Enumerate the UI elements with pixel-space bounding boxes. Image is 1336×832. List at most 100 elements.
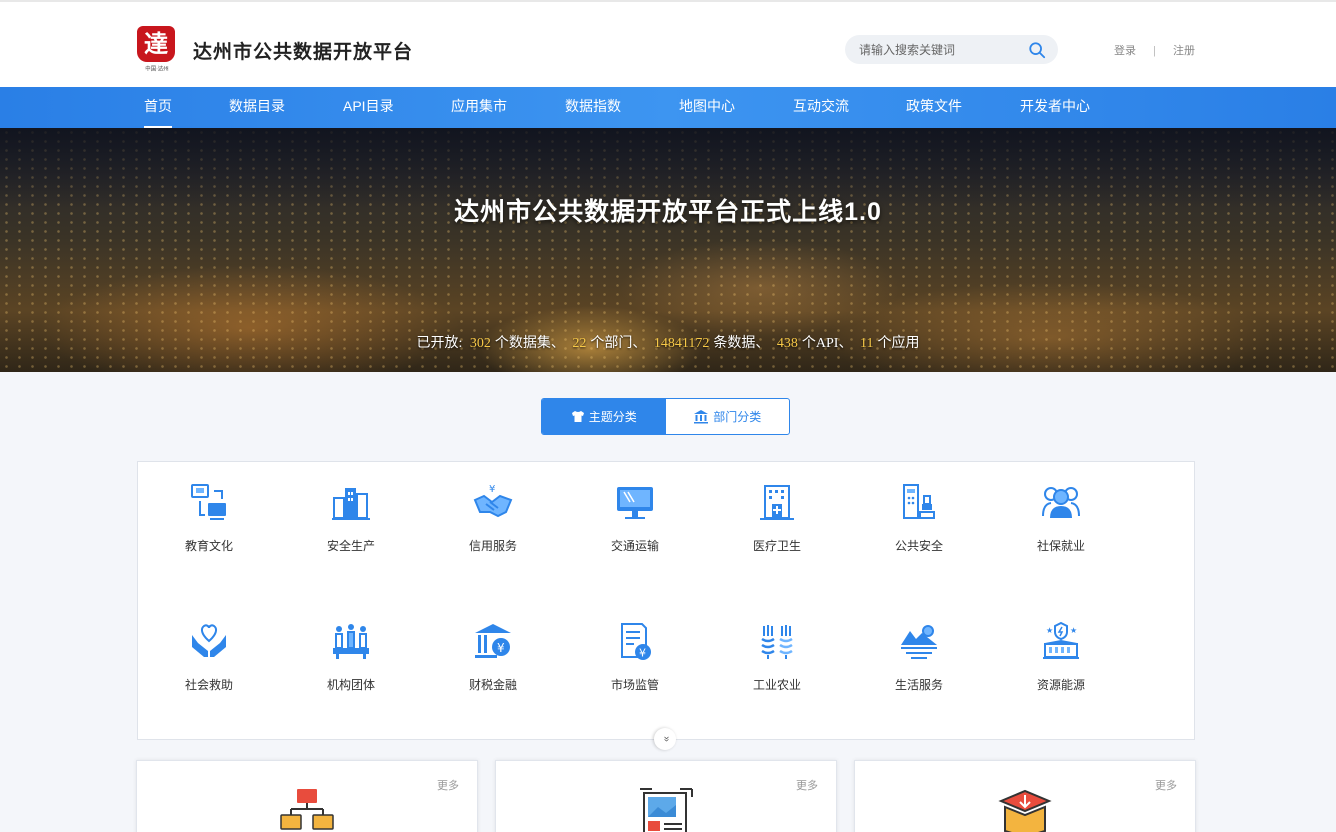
network-icon bbox=[280, 789, 334, 830]
card-more-link[interactable]: 更多 bbox=[437, 777, 459, 793]
category-label: 工业农业 bbox=[752, 678, 801, 692]
category-label: 社保就业 bbox=[1036, 539, 1085, 553]
stat-apps: 11 bbox=[859, 336, 874, 351]
stat-departments: 22 bbox=[572, 336, 587, 351]
resource-energy-icon: ★ ★ bbox=[1043, 621, 1079, 659]
nav-item-interaction[interactable]: 互动交流 bbox=[793, 87, 849, 128]
social-aid-icon bbox=[192, 624, 226, 657]
stat-departments-unit: 个部门、 bbox=[590, 336, 647, 351]
card-more-link[interactable]: 更多 bbox=[796, 777, 818, 793]
stat-records: 14841172 bbox=[653, 336, 710, 351]
card-more-link[interactable]: 更多 bbox=[1155, 777, 1177, 793]
category-item-safety-production[interactable]: 安全生产 bbox=[280, 482, 422, 554]
nav-item-developer[interactable]: 开发者中心 bbox=[1020, 87, 1090, 128]
category-label: 安全生产 bbox=[326, 539, 375, 553]
stat-records-unit: 条数据、 bbox=[713, 336, 770, 351]
category-label: 社会救助 bbox=[184, 678, 233, 692]
stats-prefix: 已开放: bbox=[416, 336, 463, 351]
svg-text:★: ★ bbox=[1070, 626, 1077, 635]
nav-item-home[interactable]: 首页 bbox=[144, 87, 172, 128]
nav-item-map-center[interactable]: 地图中心 bbox=[679, 87, 735, 128]
transport-icon bbox=[617, 487, 653, 519]
industry-agriculture-icon bbox=[761, 625, 793, 659]
tab-theme-label: 主题分类 bbox=[588, 410, 637, 424]
category-label: 市场监管 bbox=[610, 678, 659, 692]
category-item-transport[interactable]: 交通运输 bbox=[564, 482, 706, 554]
banner-stats: 已开放: 302 个数据集、 22 个部门、 14841172 条数据、 438 个AP… bbox=[0, 332, 1336, 352]
logo-mark: 達 bbox=[137, 26, 175, 62]
category-item-credit-service[interactable]: ¥ 信用服务 bbox=[422, 482, 564, 554]
category-item-industry-agriculture[interactable]: 工业农业 bbox=[706, 621, 848, 693]
hero-banner: 达州市公共数据开放平台正式上线1.0 已开放: 302 个数据集、 22 个部门、 … bbox=[0, 128, 1336, 372]
nav-item-data-index[interactable]: 数据指数 bbox=[565, 87, 621, 128]
category-item-education[interactable]: 教育文化 bbox=[138, 482, 280, 554]
category-panel: 教育文化 安全生产 ¥ 信用服务 交通运输 医疗卫生 公共安全 社保就业 社会救… bbox=[137, 461, 1195, 740]
category-item-medical[interactable]: 医疗卫生 bbox=[706, 482, 848, 554]
category-item-public-security[interactable]: 公共安全 bbox=[848, 482, 990, 554]
register-link[interactable]: 注册 bbox=[1173, 45, 1195, 57]
category-label: 交通运输 bbox=[610, 539, 659, 553]
category-label: 教育文化 bbox=[184, 539, 233, 553]
category-label: 资源能源 bbox=[1036, 678, 1085, 692]
social-security-icon bbox=[1042, 487, 1080, 518]
svg-text:¥: ¥ bbox=[639, 647, 646, 660]
svg-text:¥: ¥ bbox=[489, 484, 495, 495]
site-title[interactable]: 达州市公共数据开放平台 bbox=[193, 37, 413, 64]
svg-text:¥: ¥ bbox=[497, 641, 505, 655]
market-supervision-icon: ¥ bbox=[621, 623, 651, 660]
gallery-icon bbox=[640, 788, 693, 832]
search-icon[interactable] bbox=[1028, 41, 1046, 59]
login-link[interactable]: 登录 bbox=[1114, 45, 1136, 57]
top-header: 達 中国·达州 达州市公共数据开放平台 登录 | 注册 bbox=[0, 0, 1336, 87]
feature-card-data[interactable]: 更多 bbox=[136, 760, 478, 832]
life-service-icon bbox=[901, 625, 937, 659]
category-item-finance[interactable]: ¥ 财税金融 bbox=[422, 621, 564, 693]
logo-subtitle: 中国·达州 bbox=[145, 67, 169, 73]
education-icon bbox=[191, 484, 226, 520]
banner-title: 达州市公共数据开放平台正式上线1.0 bbox=[454, 198, 882, 226]
category-item-market-supervision[interactable]: ¥ 市场监管 bbox=[564, 621, 706, 693]
feature-card-apps[interactable]: 更多 bbox=[495, 760, 837, 832]
category-label: 机构团体 bbox=[326, 678, 375, 692]
public-security-icon bbox=[903, 484, 935, 519]
auth-separator: | bbox=[1153, 45, 1156, 57]
shirt-icon bbox=[571, 411, 584, 422]
auth-links: 登录 | 注册 bbox=[1114, 42, 1195, 58]
tab-theme-category[interactable]: 主题分类 bbox=[542, 399, 666, 434]
category-label: 财税金融 bbox=[468, 678, 517, 692]
tab-department-label: 部门分类 bbox=[713, 410, 762, 424]
medical-icon bbox=[760, 485, 794, 520]
tab-department-category[interactable]: 部门分类 bbox=[666, 399, 790, 434]
category-item-social-security[interactable]: 社保就业 bbox=[990, 482, 1132, 554]
main-nav: 首页 数据目录 API目录 应用集市 数据指数 地图中心 互动交流 政策文件 开… bbox=[0, 87, 1336, 128]
safety-production-icon bbox=[332, 488, 370, 520]
category-toggle: 主题分类 部门分类 bbox=[541, 398, 790, 435]
stat-apis-unit: 个API、 bbox=[801, 336, 853, 351]
nav-item-app-market[interactable]: 应用集市 bbox=[451, 87, 507, 128]
credit-service-icon: ¥ bbox=[473, 484, 513, 518]
nav-item-api-catalog[interactable]: API目录 bbox=[343, 87, 394, 128]
finance-icon: ¥ bbox=[475, 624, 511, 658]
category-label: 信用服务 bbox=[468, 539, 517, 553]
search-input[interactable] bbox=[859, 35, 1019, 64]
feature-card-resources[interactable]: 更多 bbox=[854, 760, 1196, 832]
search-box bbox=[845, 35, 1058, 64]
box-icon bbox=[998, 789, 1052, 832]
nav-item-policy[interactable]: 政策文件 bbox=[906, 87, 962, 128]
category-item-resource-energy[interactable]: ★ ★ 资源能源 bbox=[990, 621, 1132, 693]
stat-apis: 438 bbox=[776, 336, 798, 351]
site-logo[interactable]: 達 中国·达州 bbox=[137, 26, 177, 76]
category-label: 医疗卫生 bbox=[752, 539, 801, 553]
stat-datasets-unit: 个数据集、 bbox=[494, 336, 565, 351]
building-icon bbox=[694, 410, 709, 424]
stat-apps-unit: 个应用 bbox=[877, 336, 920, 351]
category-item-organization[interactable]: 机构团体 bbox=[280, 621, 422, 693]
nav-item-data-catalog[interactable]: 数据目录 bbox=[229, 87, 285, 128]
svg-text:★: ★ bbox=[1046, 626, 1053, 635]
organization-icon bbox=[333, 624, 369, 659]
category-label: 公共安全 bbox=[894, 539, 943, 553]
category-item-life-service[interactable]: 生活服务 bbox=[848, 621, 990, 693]
category-item-social-aid[interactable]: 社会救助 bbox=[138, 621, 280, 693]
category-label: 生活服务 bbox=[894, 678, 943, 692]
expand-categories-button[interactable]: » bbox=[654, 728, 676, 750]
